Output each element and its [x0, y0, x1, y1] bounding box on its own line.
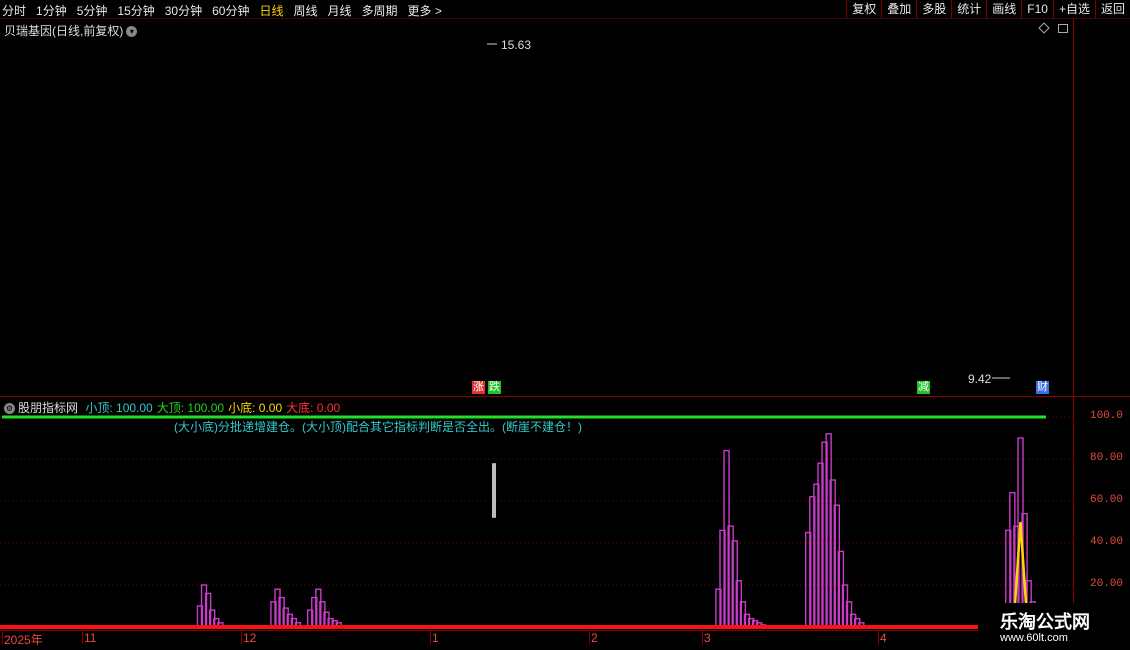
period-tab-2[interactable]: 5分钟 [77, 2, 108, 19]
date-label: 11 [84, 631, 97, 645]
date-tick [2, 630, 3, 644]
date-tick [702, 630, 703, 644]
date-label: 12 [243, 631, 257, 645]
axis-divider [1073, 19, 1074, 629]
period-toolbar: 分时 1分钟 5分钟 15分钟 30分钟 60分钟 日线 周线 月线 多周期 更多 > 复权 叠加 多股… [0, 0, 1130, 19]
date-tick [430, 630, 431, 644]
event-marker[interactable]: 涨 [472, 381, 485, 394]
toolbar-button-4[interactable]: 画线 [986, 0, 1021, 19]
event-marker[interactable]: 减 [917, 381, 930, 394]
date-label: 2 [591, 631, 598, 645]
date-tick [241, 630, 242, 644]
indicator-tick-label: 60.00 [1090, 494, 1124, 506]
period-tab-5[interactable]: 60分钟 [212, 2, 249, 19]
date-tick [589, 630, 590, 644]
date-axis [0, 630, 1130, 650]
toolbar-button-7[interactable]: 返回 [1094, 0, 1130, 19]
toolbar-actions: 复权 叠加 多股 统计 画线 F10 +自选 返回 [846, 0, 1130, 19]
period-tab-3[interactable]: 15分钟 [117, 2, 154, 19]
toolbar-button-5[interactable]: F10 [1021, 0, 1053, 19]
period-tab-7[interactable]: 周线 [293, 2, 317, 19]
period-tab-4[interactable]: 30分钟 [165, 2, 202, 19]
date-tick [878, 630, 879, 644]
indicator-tick-label: 40.00 [1090, 536, 1124, 548]
period-tab-9[interactable]: 多周期 [362, 2, 398, 19]
event-marker[interactable]: 跌 [488, 381, 501, 394]
period-tab-6[interactable]: 日线 [259, 2, 283, 19]
event-marker[interactable]: 财 [1036, 381, 1049, 394]
toolbar-button-2[interactable]: 多股 [916, 0, 951, 19]
date-label: 2025年 [4, 633, 43, 647]
watermark-url: www.60lt.com [1000, 632, 1068, 644]
period-tab-0[interactable]: 分时 [2, 2, 26, 19]
date-label: 4 [880, 631, 887, 645]
toolbar-button-6[interactable]: +自选 [1052, 0, 1095, 19]
price-low-label: 9.42 [968, 372, 992, 386]
toolbar-button-0[interactable]: 复权 [846, 0, 881, 19]
indicator-tick-label: 100.0 [1090, 410, 1124, 422]
gray-signal-bar [492, 463, 496, 518]
toolbar-button-3[interactable]: 统计 [951, 0, 986, 19]
indicator-tick-label: 80.00 [1090, 452, 1124, 464]
date-tick [82, 630, 83, 644]
period-tab-10[interactable]: 更多 > [408, 2, 442, 19]
date-label: 1 [432, 631, 439, 645]
price-high-label: 15.63 [501, 38, 532, 52]
date-label: 3 [704, 631, 711, 645]
period-tabs: 分时 1分钟 5分钟 15分钟 30分钟 60分钟 日线 周线 月线 多周期 更多 > [2, 2, 442, 19]
candlestick-chart [487, 43, 1010, 379]
period-tab-8[interactable]: 月线 [328, 2, 352, 19]
watermark-title: 乐淘公式网 [1000, 612, 1090, 632]
toolbar-button-1[interactable]: 叠加 [881, 0, 916, 19]
indicator-chart [0, 415, 1073, 629]
indicator-tick-label: 20.00 [1090, 578, 1124, 590]
period-tab-1[interactable]: 1分钟 [36, 2, 67, 19]
